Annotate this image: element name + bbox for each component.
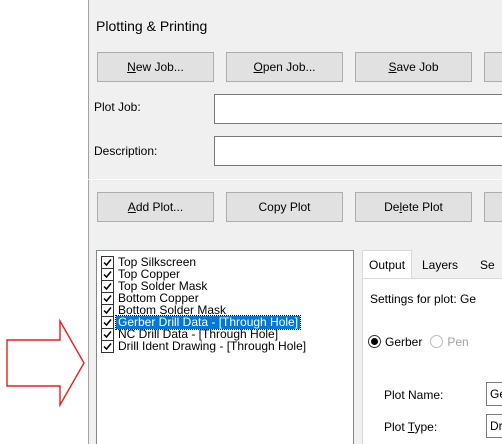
plot-type-label-prefix: Plot: [384, 420, 408, 434]
delete-plot-button[interactable]: De l ete Plot: [355, 192, 472, 222]
save-job-button[interactable]: Save Job: [355, 52, 472, 82]
copy-plot-button[interactable]: Copy Plot: [226, 192, 343, 222]
format-radio-group: Gerber Pen: [368, 334, 502, 350]
open-job-label: pen Job...: [262, 60, 316, 74]
new-job-hotkey: N: [127, 60, 136, 74]
tab-output[interactable]: Output: [362, 250, 413, 279]
tab-se[interactable]: Se: [474, 252, 501, 278]
tab-layers[interactable]: Layers: [416, 252, 464, 278]
plot-name-label: Plot Name:: [384, 388, 444, 402]
dialog-title: Plotting & Printing: [96, 18, 208, 34]
plot-extra-button[interactable]: [484, 192, 502, 222]
add-plot-label: dd Plot...: [135, 200, 184, 214]
job-extra-button[interactable]: [484, 52, 502, 82]
description-label: Description:: [94, 144, 158, 158]
plot-job-label: Plot Job:: [94, 100, 141, 114]
radio-button: [430, 335, 444, 349]
plot-type-label: Plot Type:: [384, 420, 437, 434]
plot-checkbox[interactable]: [101, 339, 114, 353]
plot-type-value: Dr: [490, 419, 502, 433]
add-plot-hotkey: A: [127, 200, 136, 214]
save-job-label: ave Job: [396, 60, 439, 74]
plot-list-item[interactable]: Drill Ident Drawing - [Through Hole]: [101, 339, 308, 353]
copy-plot-label: Copy Plot: [258, 200, 311, 214]
output-divider: [366, 368, 502, 369]
open-job-button[interactable]: Open Job...: [226, 52, 343, 82]
format-option-gerber[interactable]: Gerber: [368, 334, 423, 349]
description-field[interactable]: [214, 136, 502, 166]
format-option-label: Gerber: [385, 334, 423, 349]
section-divider: [88, 179, 502, 180]
plot-job-field[interactable]: [214, 94, 502, 124]
save-job-hotkey: S: [388, 60, 397, 74]
plot-type-label-suffix: ype:: [414, 420, 438, 434]
new-job-label: ew Job...: [135, 60, 184, 74]
radio-button[interactable]: [368, 335, 381, 349]
format-option-label: Pen: [447, 334, 469, 349]
plot-name-value: Ge: [490, 387, 502, 401]
open-job-hotkey: O: [253, 60, 263, 74]
plot-name-field[interactable]: Ge: [486, 382, 502, 406]
add-plot-button[interactable]: Add Plot...: [97, 192, 214, 222]
delete-plot-label: ete Plot: [402, 200, 443, 214]
plot-type-select[interactable]: Dr: [486, 414, 502, 438]
plot-list-item-label: Drill Ident Drawing - [Through Hole]: [118, 338, 307, 353]
settings-for-plot-label: Settings for plot: Ge: [370, 292, 477, 306]
delete-plot-label-prefix: De: [384, 200, 400, 214]
plot-list[interactable]: Top Silkscreen Top Copper Top Solder Mask B…: [96, 250, 354, 444]
callout-arrow-icon: [6, 318, 85, 408]
new-job-button[interactable]: New Job...: [97, 52, 214, 82]
format-option-pen: Pen: [430, 334, 469, 349]
